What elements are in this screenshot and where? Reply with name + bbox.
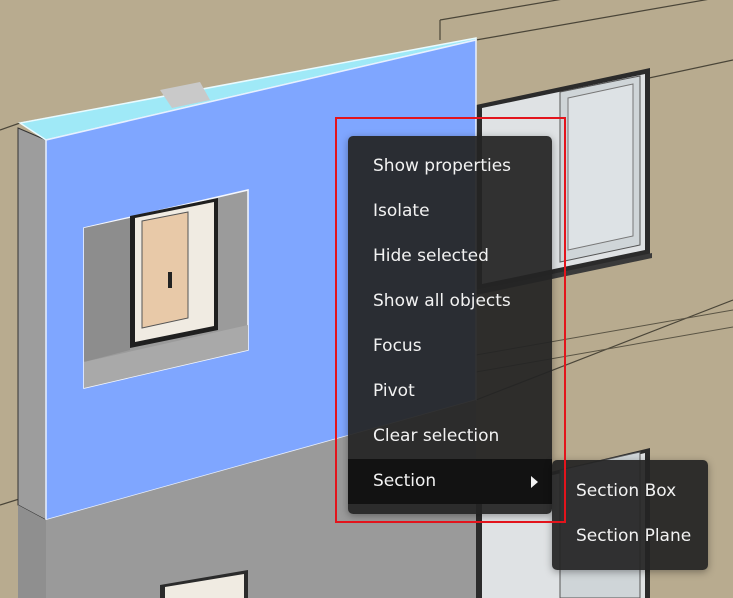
menu-item-label: Isolate bbox=[373, 201, 430, 221]
menu-item-label: Hide selected bbox=[373, 246, 489, 266]
context-menu: Show properties Isolate Hide selected Sh… bbox=[348, 136, 552, 514]
menu-item-label: Pivot bbox=[373, 381, 415, 401]
chevron-right-icon bbox=[531, 476, 538, 488]
menu-item-section-box[interactable]: Section Box bbox=[552, 469, 708, 514]
menu-item-clear-selection[interactable]: Clear selection bbox=[348, 414, 552, 459]
menu-item-label: Show all objects bbox=[373, 291, 511, 311]
menu-item-label: Show properties bbox=[373, 156, 512, 176]
wall-side-face bbox=[17, 127, 47, 521]
menu-item-show-all-objects[interactable]: Show all objects bbox=[348, 279, 552, 324]
menu-item-pivot[interactable]: Pivot bbox=[348, 369, 552, 414]
menu-item-label: Section Box bbox=[576, 481, 677, 501]
menu-item-label: Focus bbox=[373, 336, 422, 356]
menu-item-section-plane[interactable]: Section Plane bbox=[552, 514, 708, 559]
menu-item-isolate[interactable]: Isolate bbox=[348, 189, 552, 234]
menu-item-section[interactable]: Section bbox=[348, 459, 552, 504]
menu-item-focus[interactable]: Focus bbox=[348, 324, 552, 369]
menu-item-label: Clear selection bbox=[373, 426, 500, 446]
menu-item-label: Section Plane bbox=[576, 526, 692, 546]
menu-item-show-properties[interactable]: Show properties bbox=[348, 144, 552, 189]
menu-item-label: Section bbox=[373, 471, 437, 491]
section-submenu: Section Box Section Plane bbox=[552, 460, 708, 570]
menu-item-hide-selected[interactable]: Hide selected bbox=[348, 234, 552, 279]
